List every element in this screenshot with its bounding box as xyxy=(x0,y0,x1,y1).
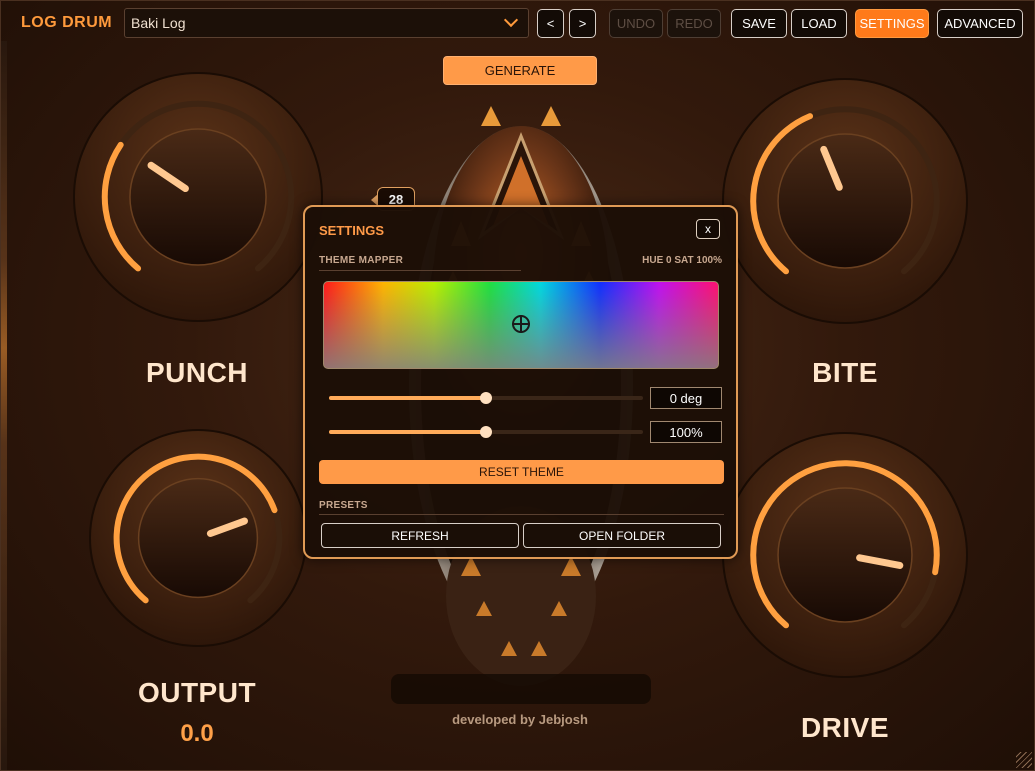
punch-knob[interactable] xyxy=(72,71,324,323)
knob-cap xyxy=(777,487,913,623)
saturation-value-field[interactable]: 100% xyxy=(650,421,722,443)
section-divider xyxy=(319,514,724,515)
next-preset-button[interactable]: > xyxy=(569,9,596,38)
settings-button[interactable]: SETTINGS xyxy=(855,9,929,38)
bite-knob[interactable] xyxy=(721,77,969,325)
hue-slider-thumb[interactable] xyxy=(480,392,492,404)
output-value: 0.0 xyxy=(180,720,214,747)
advanced-button[interactable]: ADVANCED xyxy=(937,9,1023,38)
presets-label: PRESETS xyxy=(319,500,368,511)
theme-mapper-label: THEME MAPPER xyxy=(319,255,404,266)
load-button[interactable]: LOAD xyxy=(791,9,847,38)
redo-button[interactable]: REDO xyxy=(667,9,721,38)
open-folder-button[interactable]: OPEN FOLDER xyxy=(523,523,721,548)
punch-label: PUNCH xyxy=(145,357,249,388)
drive-label: DRIVE xyxy=(800,712,890,743)
hue-sat-readout: HUE 0 SAT 100% xyxy=(642,255,722,266)
knob-cap xyxy=(137,477,259,599)
brand-title: LOG DRUM xyxy=(21,14,113,31)
chevron-down-icon xyxy=(503,12,519,28)
drive-knob[interactable] xyxy=(721,431,969,679)
background-edge xyxy=(1,41,7,770)
saturation-slider-thumb[interactable] xyxy=(480,426,492,438)
knob-cap xyxy=(129,128,267,266)
bite-label: BITE xyxy=(812,357,878,388)
preset-dropdown-value: Baki Log xyxy=(131,15,186,31)
undo-button[interactable]: UNDO xyxy=(609,9,663,38)
output-knob[interactable] xyxy=(88,428,308,648)
generate-button[interactable]: GENERATE xyxy=(443,56,597,85)
crosshair-icon[interactable] xyxy=(512,315,530,333)
hue-slider[interactable] xyxy=(329,392,643,404)
close-settings-button[interactable]: x xyxy=(696,219,720,239)
saturation-slider[interactable] xyxy=(329,426,643,438)
preset-dropdown[interactable]: Baki Log xyxy=(124,8,529,38)
prev-preset-button[interactable]: < xyxy=(537,9,564,38)
section-divider xyxy=(319,270,521,271)
settings-title: SETTINGS xyxy=(319,223,385,238)
output-label: OUTPUT xyxy=(137,677,257,708)
hue-value-field[interactable]: 0 deg xyxy=(650,387,722,409)
knob-cap xyxy=(777,133,913,269)
refresh-presets-button[interactable]: REFRESH xyxy=(321,523,519,548)
toolbar: LOG DRUM Baki Log < > UNDO REDO SAVE LOA… xyxy=(1,1,1034,45)
reset-theme-button[interactable]: RESET THEME xyxy=(319,460,724,484)
settings-panel: SETTINGS x THEME MAPPER HUE 0 SAT 100% 0… xyxy=(303,205,738,559)
color-spectrum[interactable] xyxy=(323,281,719,369)
hue-slider-fill xyxy=(329,396,486,400)
save-button[interactable]: SAVE xyxy=(731,9,787,38)
resize-grip[interactable] xyxy=(1016,752,1032,768)
developer-credit: developed by Jebjosh xyxy=(452,712,588,727)
saturation-slider-fill xyxy=(329,430,486,434)
plugin-window: LOG DRUM Baki Log < > UNDO REDO SAVE LOA… xyxy=(0,0,1035,771)
